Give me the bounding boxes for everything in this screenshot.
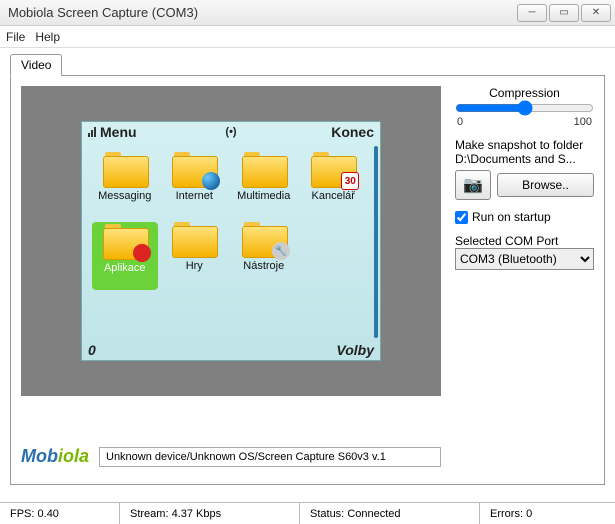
folder-icon: 🔧 (242, 222, 286, 258)
status-stream: Stream: 4.37 Kbps (120, 503, 300, 524)
status-connection: Status: Connected (300, 503, 480, 524)
com-port-select[interactable]: COM3 (Bluetooth) (455, 248, 594, 270)
content-panel: Menu (•) Konec Messaging Internet Multimed… (10, 75, 605, 485)
wrench-badge-icon: 🔧 (272, 242, 290, 260)
phone-screen: Menu (•) Konec Messaging Internet Multimed… (81, 121, 381, 361)
maximize-button[interactable]: ▭ (549, 4, 579, 22)
tab-strip: Video (10, 54, 605, 76)
phone-app-icon[interactable]: Internet (162, 152, 228, 220)
phone-app-label: Hry (186, 260, 203, 272)
globe-badge-icon (202, 172, 220, 190)
status-errors: Errors: 0 (480, 503, 615, 524)
snapshot-button[interactable]: 📷 (455, 170, 491, 200)
compression-slider[interactable] (455, 100, 594, 116)
phone-app-icon[interactable]: Hry (162, 222, 228, 290)
run-on-startup-label: Run on startup (472, 210, 551, 224)
statusbar: FPS: 0.40 Stream: 4.37 Kbps Status: Conn… (0, 502, 615, 524)
phone-app-label: Messaging (98, 190, 151, 202)
phone-scrollbar[interactable] (374, 146, 378, 338)
minimize-button[interactable]: ─ (517, 4, 547, 22)
side-panel: Compression 0 100 Make snapshot to folde… (455, 86, 594, 474)
phone-app-label: Multimedia (237, 190, 290, 202)
folder-icon: 30 (311, 152, 355, 188)
snapshot-label: Make snapshot to folder (455, 138, 594, 152)
phone-app-icon[interactable]: 30Kancelář (301, 152, 367, 220)
browse-button[interactable]: Browse.. (497, 173, 594, 197)
phone-bottom-right[interactable]: Volby (336, 342, 374, 358)
red-badge-icon (133, 244, 151, 262)
preview-area: Menu (•) Konec Messaging Internet Multimed… (21, 86, 441, 396)
menu-help[interactable]: Help (35, 30, 60, 44)
cal-badge-icon: 30 (341, 172, 359, 190)
com-port-label: Selected COM Port (455, 234, 594, 248)
phone-bottom-left: 0 (88, 342, 96, 358)
signal-icon (88, 127, 96, 137)
folder-icon (172, 152, 216, 188)
phone-icon-grid: MessagingInternetMultimedia30KancelářApl… (92, 152, 366, 290)
mobiola-logo: Mobiola (21, 446, 89, 467)
run-on-startup-row[interactable]: Run on startup (455, 210, 594, 224)
folder-icon (172, 222, 216, 258)
phone-app-icon[interactable]: Aplikace (92, 222, 158, 290)
phone-top-indicator: (•) (225, 126, 236, 138)
snapshot-path: D:\Documents and S... (455, 152, 594, 166)
phone-app-label: Aplikace (104, 262, 146, 274)
phone-app-label: Kancelář (312, 190, 355, 202)
phone-menu-title: Menu (100, 124, 331, 140)
phone-app-label: Internet (176, 190, 213, 202)
folder-icon (242, 152, 286, 188)
folder-icon (103, 224, 147, 260)
folder-icon (103, 152, 147, 188)
compression-max: 100 (574, 116, 592, 128)
device-info: Unknown device/Unknown OS/Screen Capture… (99, 447, 441, 467)
phone-app-label: Nástroje (243, 260, 284, 272)
phone-app-icon[interactable]: 🔧Nástroje (231, 222, 297, 290)
close-button[interactable]: ✕ (581, 4, 611, 22)
run-on-startup-checkbox[interactable] (455, 211, 468, 224)
menubar: File Help (0, 26, 615, 48)
phone-app-icon[interactable]: Messaging (92, 152, 158, 220)
phone-app-icon[interactable]: Multimedia (231, 152, 297, 220)
tab-video[interactable]: Video (10, 54, 62, 76)
window-title: Mobiola Screen Capture (COM3) (8, 5, 517, 20)
menu-file[interactable]: File (6, 30, 25, 44)
window-controls: ─ ▭ ✕ (517, 4, 611, 22)
compression-label: Compression (455, 86, 594, 100)
status-fps: FPS: 0.40 (0, 503, 120, 524)
compression-min: 0 (457, 116, 463, 128)
phone-right-softkey[interactable]: Konec (331, 124, 374, 140)
titlebar: Mobiola Screen Capture (COM3) ─ ▭ ✕ (0, 0, 615, 26)
